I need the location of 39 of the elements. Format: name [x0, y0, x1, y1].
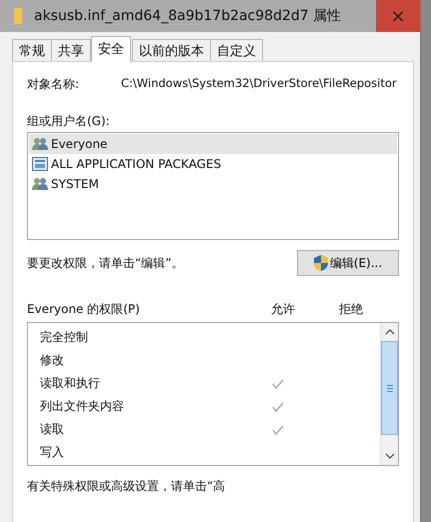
- permission-row[interactable]: 完全控制: [28, 326, 380, 349]
- scroll-up-icon[interactable]: [384, 329, 394, 335]
- deny-header: 拒绝: [338, 301, 364, 318]
- tab[interactable]: 安全: [91, 36, 131, 62]
- permission-name: 修改: [39, 352, 65, 369]
- edit-button[interactable]: 编辑(E)...: [297, 250, 399, 276]
- shield-icon: [314, 255, 328, 271]
- permission-row[interactable]: 读取: [28, 418, 380, 441]
- users-icon: [32, 177, 48, 191]
- scrollbar[interactable]: [380, 323, 398, 465]
- allow-header: 允许: [270, 301, 296, 318]
- object-name-label: 对象名称:: [27, 76, 80, 93]
- app-packages-icon: [32, 157, 48, 171]
- tab[interactable]: 共享: [51, 39, 91, 61]
- scroll-down-icon[interactable]: [384, 453, 394, 459]
- permissions-label: Everyone 的权限(P): [27, 301, 141, 318]
- permission-row[interactable]: 读取和执行: [28, 372, 380, 395]
- permission-row[interactable]: 列出文件夹内容: [28, 395, 380, 418]
- user-item[interactable]: SYSTEM: [29, 174, 397, 194]
- permission-name: 列出文件夹内容: [39, 398, 125, 415]
- tab[interactable]: 常规: [12, 39, 52, 61]
- users-icon: [32, 137, 48, 151]
- permission-row[interactable]: 修改: [28, 349, 380, 372]
- object-name-value: C:\Windows\System32\DriverStore\FileRepositor: [121, 76, 397, 92]
- permission-name: 写入: [39, 444, 65, 461]
- tab[interactable]: 自定义: [210, 39, 263, 61]
- permission-name: 完全控制: [39, 329, 89, 346]
- scroll-thumb[interactable]: [381, 341, 398, 435]
- permission-name: 读取和执行: [39, 375, 101, 392]
- permission-row[interactable]: 写入: [28, 441, 380, 464]
- edit-hint: 要更改权限，请单击“编辑”。: [27, 254, 184, 272]
- folder-icon: [14, 8, 22, 24]
- advanced-hint: 有关特殊权限或高级设置，请单击“高: [27, 478, 226, 495]
- users-label: 组或用户名(G):: [27, 113, 111, 130]
- user-item[interactable]: ALL APPLICATION PACKAGES: [29, 154, 397, 174]
- user-item[interactable]: Everyone: [29, 134, 397, 154]
- tab[interactable]: 以前的版本: [132, 39, 211, 61]
- window-title: aksusb.inf_amd64_8a9b17b2ac98d2d7 属性: [34, 7, 342, 25]
- permission-name: 读取: [39, 421, 65, 438]
